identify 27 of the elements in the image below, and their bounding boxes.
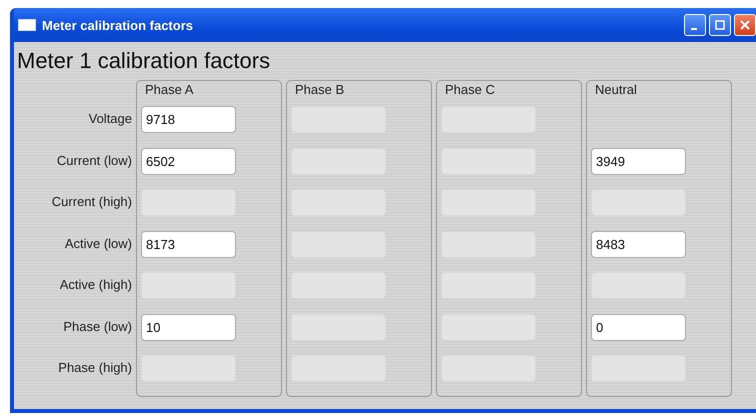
- input-field[interactable]: 9718: [141, 106, 236, 134]
- window-title: Meter calibration factors: [42, 18, 194, 32]
- input-field[interactable]: 3949: [591, 148, 686, 175]
- input-field[interactable]: 8483: [591, 230, 686, 258]
- close-icon: [740, 20, 750, 30]
- input-field[interactable]: 6502: [141, 148, 236, 175]
- group-title: Phase A: [145, 82, 194, 97]
- maximize-button[interactable]: [709, 14, 731, 36]
- input-field[interactable]: 10: [141, 314, 236, 341]
- row-label: Active (low): [64, 236, 132, 251]
- minimize-button[interactable]: [684, 14, 706, 36]
- panel-heading: Meter 1 calibration factors: [16, 47, 272, 75]
- maximize-icon: [715, 20, 725, 30]
- row-label: Current (low): [56, 152, 132, 168]
- minimize-icon: [691, 28, 697, 30]
- close-button[interactable]: [734, 14, 756, 36]
- window-icon: [18, 19, 36, 31]
- row-label: Active (high): [60, 277, 132, 292]
- row-label: Phase (low): [63, 318, 132, 334]
- group-title: Phase B: [295, 82, 344, 97]
- input-field[interactable]: 0: [591, 314, 686, 341]
- group-title: Phase C: [445, 82, 495, 97]
- row-label: Voltage: [88, 111, 132, 126]
- row-label: Current (high): [52, 194, 132, 210]
- group-title: Neutral: [595, 82, 637, 97]
- row-label: Phase (high): [58, 360, 132, 376]
- input-field[interactable]: 8173: [141, 230, 236, 258]
